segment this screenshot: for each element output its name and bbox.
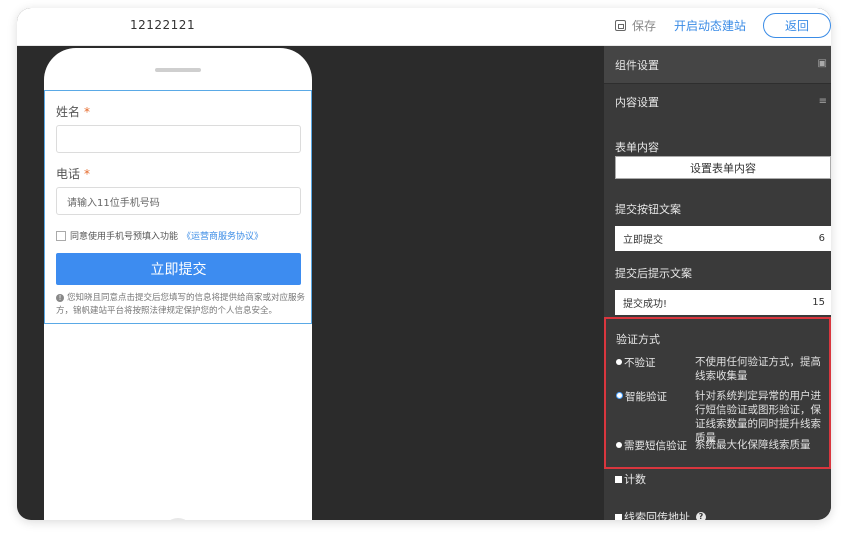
tab-content-settings[interactable]: 内容设置 ≡ [604,83,831,120]
agree-row: 同意使用手机号预填入功能 《运营商服务协议》 [56,229,263,242]
disclaimer-text: 您知晓且同意点击提交后您填写的信息将提供给商家或对应服务方，锦帆建站平台将按照法… [56,293,306,316]
after-submit-label: 提交后提示文案 [615,267,692,280]
required-mark: * [84,167,91,181]
save-label: 保存 [632,19,657,33]
submit-button[interactable]: 立即提交 [56,253,301,285]
phone-label: 电话 * [56,167,91,181]
radio-selected-icon [616,392,623,399]
agree-checkbox[interactable] [56,230,66,241]
home-button [163,518,193,520]
submit-text-value: 立即提交 [623,235,663,246]
set-form-content-button[interactable]: 设置表单内容 [615,156,831,179]
save-button[interactable]: 保存 [615,17,656,34]
verify-option-none-desc: 不使用任何验证方式，提高线索收集量 [695,356,821,382]
tab-component-settings[interactable]: 组件设置 ▣ [604,46,831,83]
name-label: 姓名 * [56,105,91,119]
form-content-label: 表单内容 [615,141,659,154]
back-button[interactable]: 返回 [763,13,831,38]
book-icon: ▣ [817,58,827,69]
phone-input[interactable]: 请输入11位手机号码 [56,187,301,215]
verify-method-section: 验证方式 不验证 不使用任何验证方式，提高线索收集量 智能验证 针对系统判定异常… [604,317,831,469]
form-component[interactable]: 姓名 * 电话 * 请输入11位手机号码 同意使用手机号预填入功能 《运营商服务协议… [44,90,312,324]
settings-panel: 组件设置 ▣ 内容设置 ≡ 表单内容 设置表单内容 提交按钮文案 立即提交 6 … [604,46,831,520]
checkbox-icon [615,513,622,520]
verify-option-smart[interactable]: 智能验证 [616,389,667,404]
start-dynamic-site-link[interactable]: 开启动态建站 [674,17,746,34]
verify-title: 验证方式 [616,333,660,346]
after-submit-count: 15 [812,297,825,308]
submit-text-input[interactable]: 立即提交 6 [615,226,831,251]
phone-preview: 姓名 * 电话 * 请输入11位手机号码 同意使用手机号预填入功能 《运营商服务协议… [44,48,312,520]
name-input[interactable] [56,125,301,153]
top-bar: 12122121 保存 开启动态建站 返回 [17,8,831,46]
site-name: 12122121 [130,18,196,32]
verify-option-sms[interactable]: 需要短信验证 [616,438,687,453]
callback-address-checkbox[interactable]: 线索回传地址 ? [615,509,706,520]
save-icon [615,20,626,31]
help-icon[interactable]: ? [696,512,706,520]
phone-speaker [155,68,201,72]
radio-icon [616,442,622,448]
required-mark: * [84,105,91,119]
menu-icon: ≡ [818,96,827,107]
editor-window: 12122121 保存 开启动态建站 返回 姓名 * 电话 * 请输入11位手机号码… [17,8,831,520]
info-icon: ! [56,294,64,302]
agreement-link[interactable]: 《运营商服务协议》 [182,229,263,242]
after-submit-input[interactable]: 提交成功! 15 [615,290,831,315]
count-checkbox[interactable]: 计数 [615,471,646,487]
agree-text: 同意使用手机号预填入功能 [70,232,179,242]
verify-option-smart-desc: 针对系统判定异常的用户进行短信验证或图形验证，保证线索数量的同时提升线索质量 [695,390,821,444]
after-submit-value: 提交成功! [623,299,668,310]
verify-option-none[interactable]: 不验证 [616,355,656,370]
submit-text-count: 6 [818,233,825,244]
disclaimer: ! 您知晓且同意点击提交后您填写的信息将提供给商家或对应服务方，锦帆建站平台将按照… [56,292,306,318]
checkbox-icon [615,475,622,483]
submit-text-label: 提交按钮文案 [615,203,681,216]
verify-option-sms-desc: 系统最大化保障线索质量 [695,439,811,451]
radio-icon [616,359,622,365]
